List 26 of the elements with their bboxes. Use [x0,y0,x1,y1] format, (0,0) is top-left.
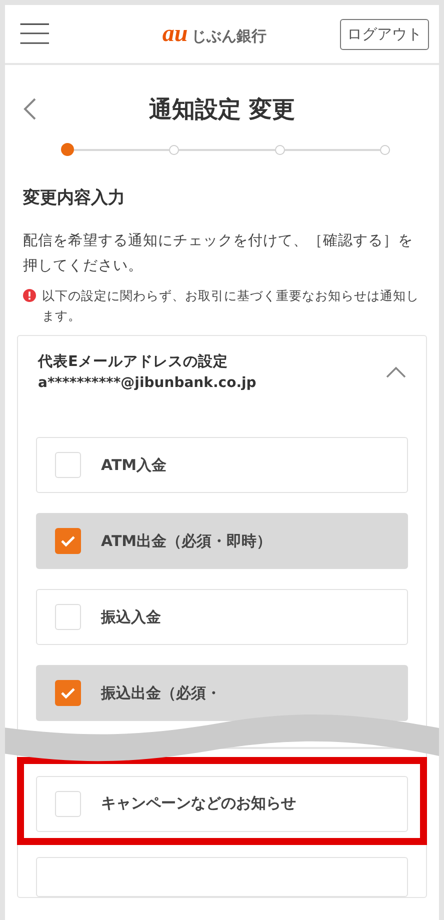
instruction-text: 配信を希望する通知にチェックを付けて、［確認する］を押してください。 [23,232,414,276]
option-row[interactable]: ATM出金（必須・即時） [36,513,408,570]
option-label: 振込入金 [101,608,161,627]
check-icon [60,535,76,548]
warning-icon [23,289,36,302]
checkbox[interactable] [55,680,81,706]
checkbox[interactable] [55,528,81,554]
chevron-up-icon[interactable] [386,366,406,378]
card-title: 代表Eメールアドレスの設定 [38,352,229,372]
logo-text: じぶん銀行 [192,26,267,46]
email-address: a**********@jibunbank.co.jp [38,375,256,392]
notice-text: 以下の設定に関わらず、お取引に基づく重要なお知らせは通知します。 [42,287,420,325]
option-label: キャンペーンなどのお知らせ [101,794,296,814]
option-label: ATM出金（必須・即時） [101,532,272,551]
page-title: 通知設定 変更 [148,96,295,124]
option-row[interactable]: 振込入金 [36,589,408,646]
option-row[interactable]: ATM入金 [36,437,408,494]
option-label: ATM入金 [101,456,167,475]
section-title: 変更内容入力 [23,187,126,209]
back-icon[interactable] [23,97,37,121]
option-label: 振込出金（必須・ [101,684,221,703]
logo-mark: au [162,20,188,48]
option-row[interactable]: 振込出金（必須・ [36,665,408,722]
check-icon [60,687,76,700]
logout-button[interactable]: ログアウト [340,18,429,50]
option-row[interactable]: キャンペーンなどのお知らせ [36,776,408,832]
